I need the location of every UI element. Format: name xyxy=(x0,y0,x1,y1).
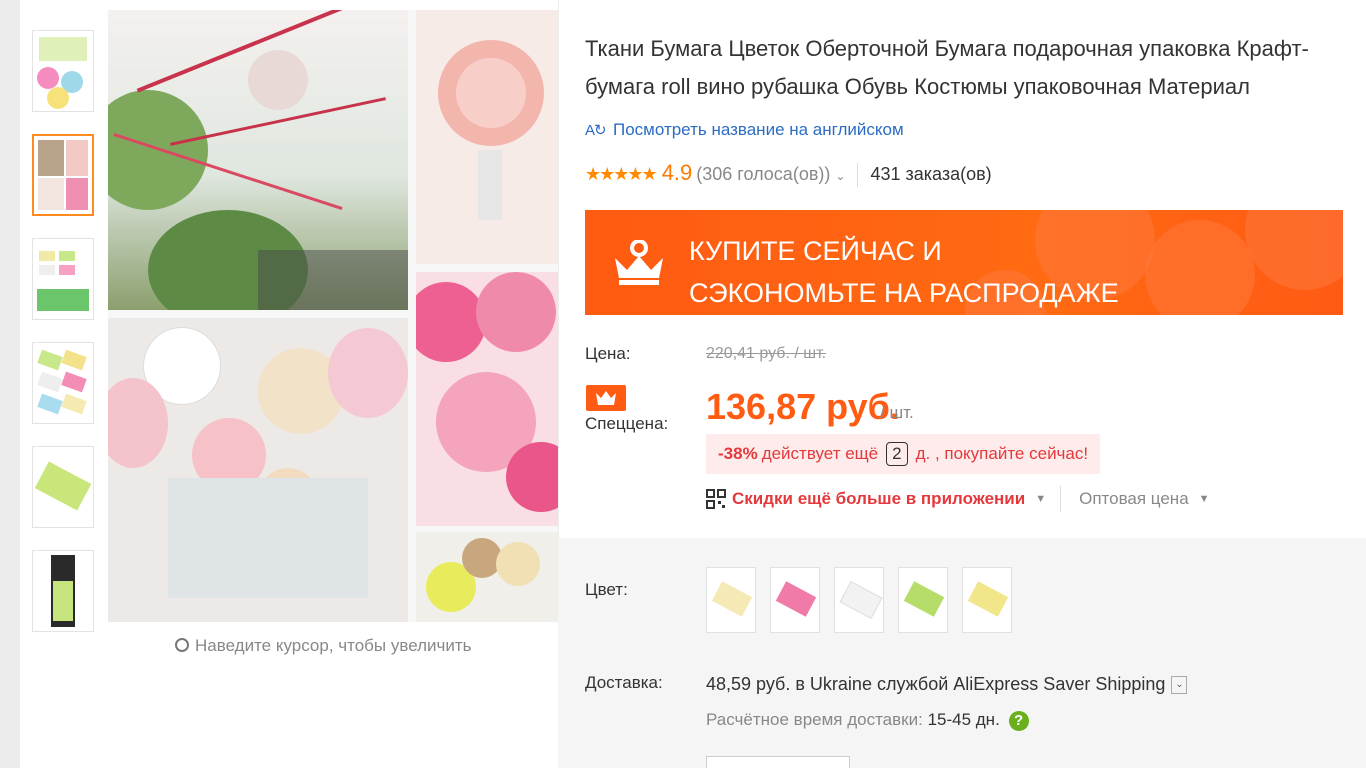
qr-code-icon xyxy=(706,489,726,509)
thumbnail-2[interactable] xyxy=(32,134,94,216)
price-unit: / шт. xyxy=(880,403,914,422)
shipping-label: Доставка: xyxy=(585,673,663,692)
eta-days: 15-45 дн. xyxy=(927,710,1000,729)
color-swatch-4[interactable] xyxy=(898,567,948,633)
swatch-paper xyxy=(711,581,753,617)
discount-percent: -38% xyxy=(718,444,758,463)
caret-down-icon[interactable]: ▼ xyxy=(1035,493,1046,505)
shipping-info: 48,59 руб. в Ukraine службой AliExpress … xyxy=(706,674,1188,695)
rating-stars: ★★★★★ xyxy=(585,164,658,184)
promo-banner-text: КУПИТЕ СЕЙЧАС И СЭКОНОМЬТЕ НА РАСПРОДАЖЕ… xyxy=(689,236,1119,308)
color-label: Цвет: xyxy=(585,580,628,599)
countdown-prefix: действует ещё xyxy=(761,444,879,463)
current-price: 136,87 руб. xyxy=(706,386,900,427)
eta-label: Расчётное время доставки: xyxy=(706,710,923,729)
product-page: Наведите курсор, чтобы увеличить Ткани Б… xyxy=(20,0,1366,768)
app-discount-row: Скидки ещё больше в приложении ▼ Оптовая… xyxy=(706,486,1210,512)
discount-countdown: -38% действует ещё 2 д. , покупайте сейч… xyxy=(706,434,1101,474)
zoom-hint-text: Наведите курсор, чтобы увеличить xyxy=(195,636,472,655)
price-label: Цена: xyxy=(585,344,631,363)
promo-banner[interactable]: КУПИТЕ СЕЙЧАС И СЭКОНОМЬТЕ НА РАСПРОДАЖЕ… xyxy=(585,210,1343,315)
thumbnail-5[interactable] xyxy=(32,446,94,528)
image-tile-pompom-vase xyxy=(416,10,558,264)
magnifier-icon xyxy=(175,638,189,652)
shipping-dropdown-icon[interactable]: ⌄ xyxy=(1171,676,1188,695)
thumbnail-4[interactable] xyxy=(32,342,94,424)
votes-count: (306 голоса(ов)) xyxy=(696,164,831,184)
old-price: 220,41 руб. / шт. xyxy=(706,345,827,362)
app-discount-link[interactable]: Скидки ещё больше в приложении xyxy=(732,489,1025,509)
quantity-box[interactable] xyxy=(706,756,850,768)
swatch-paper xyxy=(903,581,945,617)
votes-dropdown[interactable]: (306 голоса(ов)) ⌄ xyxy=(696,164,845,184)
image-tile-garden xyxy=(108,10,408,310)
shipping-price-text: 48,59 руб. в Ukraine службой AliExpress … xyxy=(706,674,1166,694)
main-product-image[interactable] xyxy=(108,10,558,622)
help-icon[interactable]: ? xyxy=(1008,710,1029,731)
wholesale-price-link[interactable]: Оптовая цена xyxy=(1079,489,1189,509)
thumbnail-3[interactable] xyxy=(32,238,94,320)
color-swatch-3[interactable] xyxy=(834,567,884,633)
thumbnail-6[interactable] xyxy=(32,550,94,632)
crown-icon xyxy=(615,240,663,285)
zoom-hint: Наведите курсор, чтобы увеличить xyxy=(175,636,472,656)
swatch-paper xyxy=(775,581,817,617)
countdown-days: 2 xyxy=(886,442,908,466)
chevron-down-icon: ⌄ xyxy=(835,169,846,183)
swatch-paper xyxy=(967,581,1009,617)
translate-link-text: Посмотреть название на английском xyxy=(613,120,904,139)
app-separator xyxy=(1060,486,1062,512)
thumbnail-1[interactable] xyxy=(32,30,94,112)
special-price-label: Спеццена: xyxy=(585,414,669,433)
product-title: Ткани Бумага Цветок Оберточной Бумага по… xyxy=(585,36,1309,99)
delivery-eta: Расчётное время доставки: 15-45 дн. ? xyxy=(706,710,1029,731)
rating-row: ★★★★★ 4.9 (306 голоса(ов)) ⌄ 431 заказа(ов) xyxy=(585,160,992,188)
rating-value: 4.9 xyxy=(661,160,693,185)
swatch-paper xyxy=(839,580,883,620)
translate-title-link[interactable]: A↻ Посмотреть название на английском xyxy=(585,120,904,140)
caret-down-icon[interactable]: ▼ xyxy=(1199,493,1210,505)
image-tile-yellow-poms xyxy=(416,532,558,622)
countdown-suffix: д. , покупайте сейчас! xyxy=(915,444,1089,463)
color-swatch-1[interactable] xyxy=(706,567,756,633)
color-swatch-5[interactable] xyxy=(962,567,1012,633)
rating-separator xyxy=(857,163,859,188)
translate-icon: A↻ xyxy=(585,122,607,139)
image-tile-pompoms xyxy=(108,318,408,622)
image-tile-pink-flowers xyxy=(416,272,558,526)
orders-count: 431 заказа(ов) xyxy=(870,164,992,184)
special-price-badge-icon xyxy=(586,385,626,411)
color-swatch-2[interactable] xyxy=(770,567,820,633)
